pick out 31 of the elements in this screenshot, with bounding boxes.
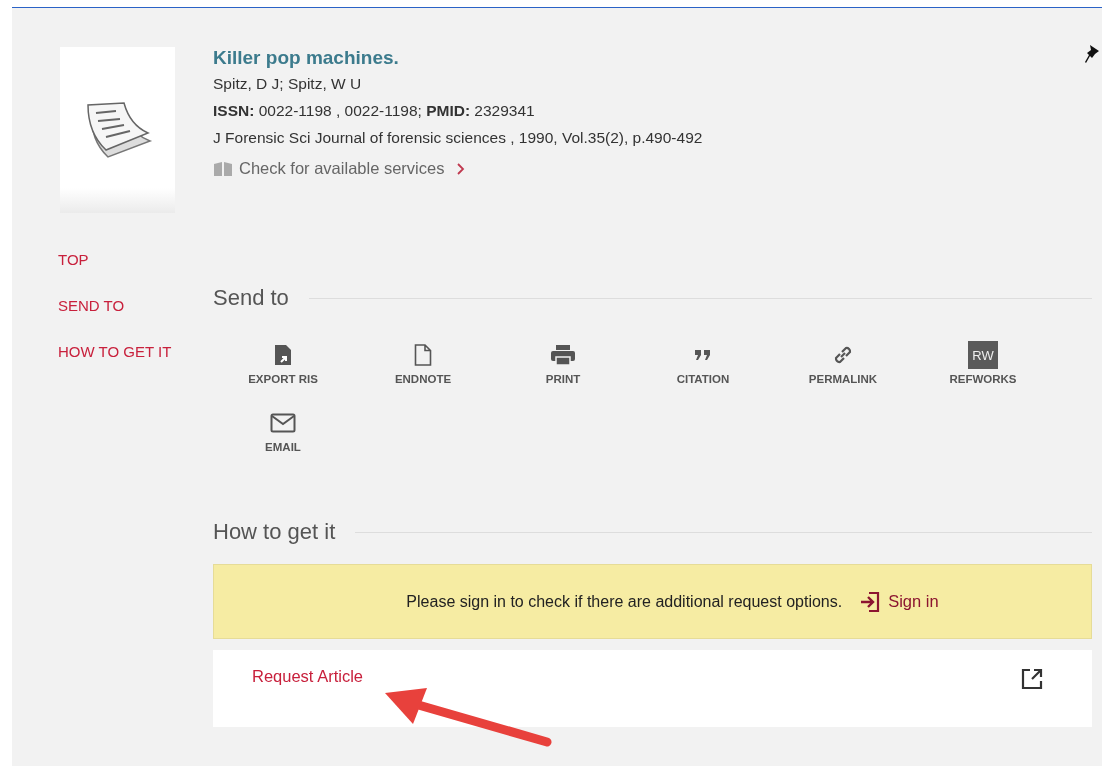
file-icon [414,344,432,366]
chevron-right-icon [456,161,467,176]
sign-in-icon [860,590,881,613]
send-action[interactable]: RW REFWORKS [913,341,1053,385]
services-link[interactable]: Check for available services [239,159,445,178]
send-action[interactable]: CITATION [633,341,773,385]
send-action[interactable]: PRINT [493,341,633,385]
record-authors: Spitz, D J; Spitz, W U [213,74,363,94]
send-action[interactable]: ENDNOTE [353,341,493,385]
quote-icon [694,349,712,361]
section-heading: Send to [213,285,289,311]
notice-text: Please sign in to check if there are additional request options. [406,592,843,611]
nav-link[interactable]: SEND TO [58,297,213,314]
send-action[interactable]: PERMALINK [773,341,913,385]
book-icon [213,160,233,177]
send-action[interactable]: EXPORT RIS [213,341,353,385]
print-icon [550,344,576,366]
record-identifiers: ISSN: 0022-1198 , 0022-1198; PMID: 2329341 [213,101,536,121]
envelope-icon [270,413,296,433]
send-action[interactable]: EMAIL [213,409,353,453]
export-file-icon [274,344,292,366]
nav-link[interactable]: TOP [58,251,213,268]
record-source: J Forensic Sci Journal of forensic sciences , 1990, Vol.35(2), p.490-492 [213,128,704,148]
sign-in-link[interactable]: Sign in [860,590,939,613]
nav-link[interactable]: HOW TO GET IT [58,343,213,360]
record-title[interactable]: Killer pop machines. [213,46,399,70]
refworks-badge: RW [968,341,998,369]
section-heading: How to get it [213,519,336,545]
pin-icon[interactable] [1084,44,1100,64]
external-link-icon[interactable] [1020,667,1044,691]
request-article-link[interactable]: Request Article [252,667,363,686]
